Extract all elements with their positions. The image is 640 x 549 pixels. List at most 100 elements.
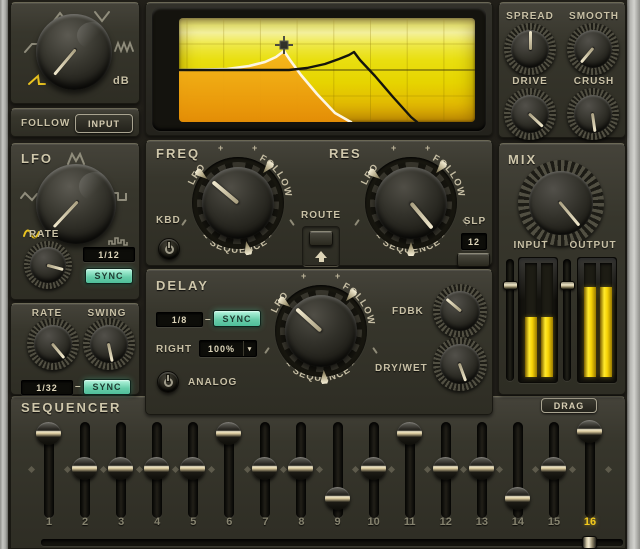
freq-sequence-handle[interactable] <box>241 240 254 256</box>
seq-swing-knob[interactable] <box>83 318 135 370</box>
delay-title: DELAY <box>156 278 209 293</box>
seq-step-slider-11[interactable] <box>405 422 415 518</box>
random-steps-icon[interactable] <box>107 234 131 247</box>
input-meter <box>518 257 558 383</box>
seq-step-slider-8[interactable] <box>296 422 306 518</box>
step-diamond-marker <box>569 466 576 473</box>
plus-mark: + <box>218 143 223 153</box>
seq-step-handle-8[interactable] <box>288 457 313 480</box>
crush-knob[interactable] <box>567 88 619 140</box>
output-label: OUTPUT <box>561 240 625 251</box>
step-diamond-marker <box>532 466 539 473</box>
filter-display-panel <box>145 2 493 136</box>
drywet-knob[interactable] <box>433 337 487 391</box>
seq-step-slider-12[interactable] <box>441 422 451 518</box>
lfo-sync-button[interactable]: SYNC <box>85 268 133 284</box>
seq-step-handle-1[interactable] <box>36 422 61 445</box>
step-diamond-marker <box>460 466 467 473</box>
follow-input-button[interactable]: INPUT <box>75 114 133 133</box>
res-sequence-handle[interactable] <box>406 242 416 256</box>
seq-step-slider-14[interactable] <box>513 422 523 518</box>
seq-rate-display[interactable]: 1/32 <box>21 380 73 395</box>
seq-step-slider-16[interactable] <box>585 422 595 518</box>
seq-step-slider-15[interactable] <box>549 422 559 518</box>
lfo-panel: LFO RATE 1/12 SYNC <box>10 143 140 300</box>
spread-knob[interactable] <box>504 23 556 75</box>
delay-sequence-handle[interactable] <box>319 370 330 385</box>
plus-mark: + <box>335 271 340 281</box>
mix-knob[interactable] <box>518 160 604 246</box>
seq-step-handle-11[interactable] <box>397 422 422 445</box>
seq-step-handle-15[interactable] <box>541 457 566 480</box>
seq-step-slider-1[interactable] <box>44 422 54 518</box>
delay-panel: DELAY 1/8 – SYNC RIGHT 100% ▾ ANALOG LFO… <box>145 269 493 415</box>
plus-mark: + <box>252 143 257 153</box>
seq-step-slider-3[interactable] <box>116 422 126 518</box>
seq-step-slider-7[interactable] <box>260 422 270 518</box>
seq-step-number-8: 8 <box>298 516 304 528</box>
input-label: INPUT <box>502 240 560 251</box>
delay-time-knob[interactable]: LFO FOLLOW ~ SEQUENCE * + + <box>261 271 381 391</box>
analog-label: ANALOG <box>188 377 237 388</box>
seq-step-number-5: 5 <box>190 516 196 528</box>
slope-display[interactable]: 12 <box>461 233 487 250</box>
sequencer-position-bar[interactable] <box>41 539 623 546</box>
smooth-knob[interactable] <box>567 23 619 75</box>
slp-label: SLP <box>456 216 494 227</box>
res-knob[interactable]: LFO FOLLOW ~ SEQUENCE * + + <box>351 143 471 263</box>
route-button[interactable] <box>309 231 333 246</box>
seq-step-slider-4[interactable] <box>152 422 162 518</box>
lfo-rate-knob[interactable] <box>24 241 72 289</box>
step-diamond-marker <box>424 466 431 473</box>
seq-step-number-14: 14 <box>512 516 524 528</box>
seq-step-slider-2[interactable] <box>80 422 90 518</box>
filter-shape-knob[interactable] <box>36 14 112 90</box>
seq-step-handle-12[interactable] <box>433 457 458 480</box>
kbd-power-button[interactable] <box>158 238 180 260</box>
follow-label: FOLLOW <box>21 118 70 129</box>
seq-step-slider-9[interactable] <box>333 422 343 518</box>
seq-step-number-13: 13 <box>476 516 488 528</box>
freq-knob[interactable]: LFO FOLLOW ~ SEQUENCE * + + <box>178 143 298 263</box>
input-gain-thumb[interactable] <box>503 281 518 290</box>
input-gain-slider[interactable] <box>506 259 514 381</box>
seq-step-handle-9[interactable] <box>325 487 350 510</box>
seq-step-number-11: 11 <box>404 516 416 528</box>
drive-knob[interactable] <box>504 88 556 140</box>
seq-step-handle-16[interactable] <box>577 420 602 443</box>
seq-step-slider-6[interactable] <box>224 422 234 518</box>
seq-step-handle-2[interactable] <box>72 457 97 480</box>
sequencer-panel: SEQUENCER DRAG 12345678910111213141516 <box>10 396 626 549</box>
step-diamond-marker <box>316 466 323 473</box>
delay-time-display[interactable]: 1/8 <box>156 312 203 327</box>
seq-rate-knob[interactable] <box>27 318 79 370</box>
output-gain-slider[interactable] <box>563 259 571 381</box>
slope-button[interactable] <box>457 253 490 267</box>
seq-step-handle-13[interactable] <box>469 457 494 480</box>
fdbk-knob[interactable] <box>433 284 487 338</box>
seq-step-handle-14[interactable] <box>505 487 530 510</box>
drywet-label: DRY/WET <box>375 363 428 374</box>
seq-step-handle-7[interactable] <box>252 457 277 480</box>
step-diamond-marker <box>27 466 34 473</box>
seq-sync-button[interactable]: SYNC <box>83 379 131 395</box>
output-gain-thumb[interactable] <box>560 281 575 290</box>
seq-step-handle-6[interactable] <box>216 422 241 445</box>
lfo-rate-display[interactable]: 1/12 <box>83 247 135 262</box>
sequencer-position-thumb[interactable] <box>582 536 597 549</box>
seq-step-number-1: 1 <box>46 516 52 528</box>
step-diamond-marker <box>136 466 143 473</box>
seq-step-slider-13[interactable] <box>477 422 487 518</box>
seq-step-handle-3[interactable] <box>108 457 133 480</box>
seq-step-handle-4[interactable] <box>144 457 169 480</box>
sequencer-steps: 12345678910111213141516 <box>11 397 625 548</box>
seq-step-slider-5[interactable] <box>188 422 198 518</box>
seq-step-slider-10[interactable] <box>369 422 379 518</box>
filter-display-screen[interactable] <box>179 18 475 122</box>
db-label: dB <box>113 75 130 87</box>
step-diamond-marker <box>496 466 503 473</box>
seq-step-handle-5[interactable] <box>180 457 205 480</box>
seq-step-handle-10[interactable] <box>361 457 386 480</box>
step-diamond-marker <box>388 466 395 473</box>
analog-power-button[interactable] <box>157 371 179 393</box>
